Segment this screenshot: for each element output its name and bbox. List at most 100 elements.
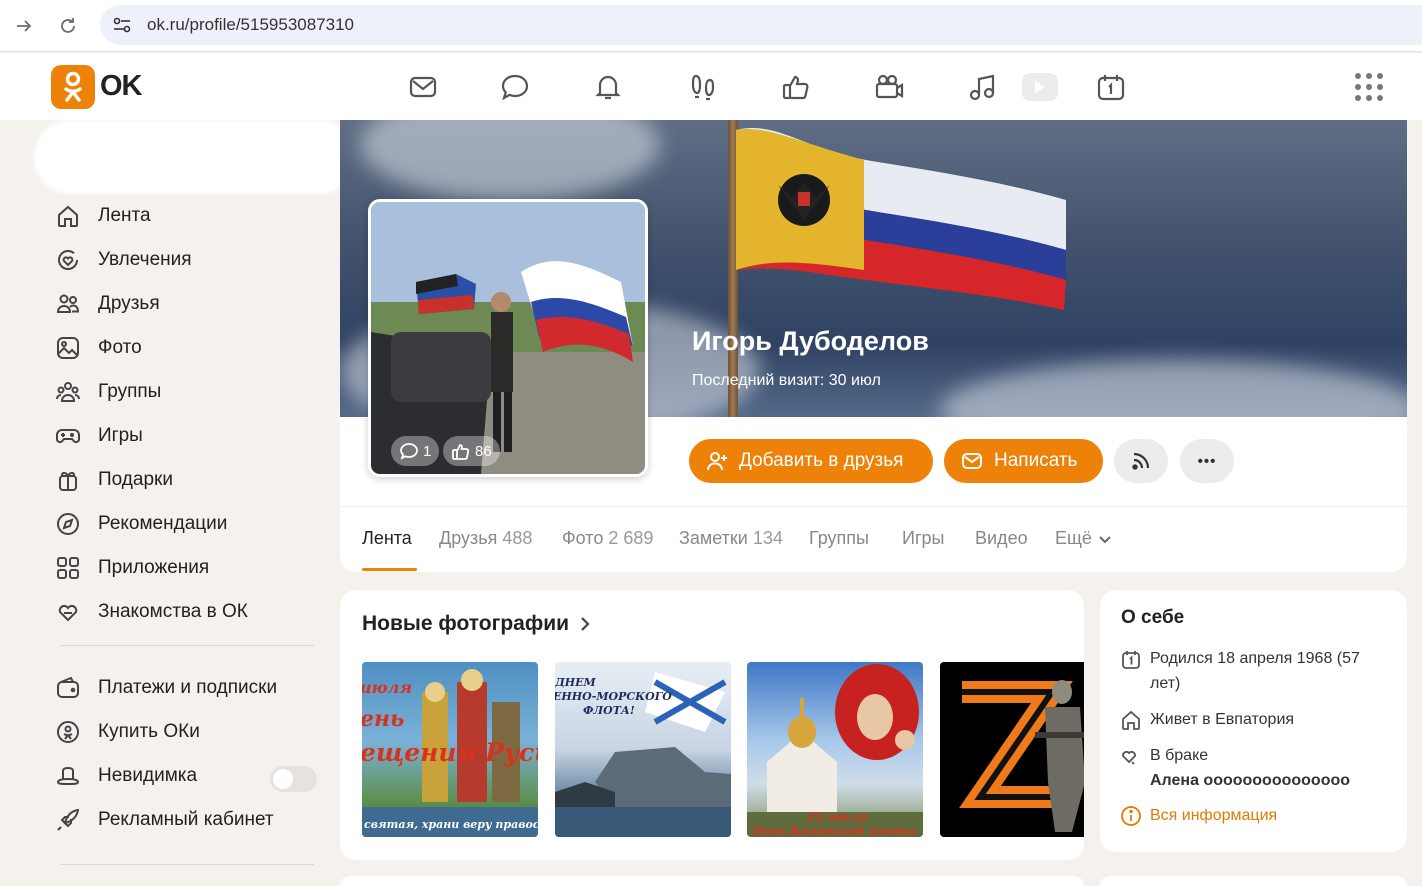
photo-thumbnail[interactable]: 21 июля День Казанской иконы (747, 662, 923, 837)
avatar[interactable]: 1 86 (368, 199, 648, 477)
sidebar-item-payments[interactable]: Платежи и подписки (55, 673, 277, 703)
last-visit: Последний визит: 30 июл (692, 372, 881, 389)
more-dots-icon: ••• (1197, 452, 1217, 470)
video-camera-icon[interactable] (873, 71, 905, 103)
calendar-events-icon[interactable] (1095, 71, 1127, 103)
sidebar-item-photo[interactable]: Фото (55, 333, 142, 363)
envelope-icon (962, 453, 982, 469)
tab-video[interactable]: Видео (975, 528, 1028, 549)
sidebar-item-label: Рекомендации (98, 513, 228, 534)
heart-circle-icon (55, 247, 81, 273)
site-settings-icon[interactable] (112, 16, 132, 34)
feed-card-partial (340, 876, 1084, 886)
avatar-likes-count: 86 (475, 442, 492, 460)
sidebar-item-hobbies[interactable]: Увлечения (55, 245, 192, 275)
messages-icon[interactable] (407, 71, 439, 103)
photo-thumbnail[interactable]: июля ень ещения Руси святая, храни веру … (362, 662, 538, 837)
tab-more[interactable]: Ещё (1055, 528, 1113, 549)
sidebar-item-label: Увлечения (98, 249, 192, 270)
like-icon (452, 444, 470, 460)
tab-games[interactable]: Игры (902, 528, 944, 549)
ok-header: OK (0, 53, 1422, 120)
sidebar-item-ads-cabinet[interactable]: Рекламный кабинет (55, 805, 274, 835)
tab-notes[interactable]: Заметки 134 (679, 528, 783, 549)
gift-icon (55, 467, 81, 493)
sidebar-item-dating[interactable]: Знакомства в ОК (55, 597, 248, 627)
sidebar-item-buy-oki[interactable]: Купить ОКи (55, 717, 200, 747)
dating-icon (55, 599, 81, 625)
all-info-link[interactable]: Вся информация (1120, 803, 1277, 828)
likes-icon[interactable] (780, 71, 812, 103)
tab-friends[interactable]: Друзья 488 (439, 528, 532, 549)
apps-grid-icon[interactable] (1355, 73, 1383, 101)
info-icon (1120, 805, 1142, 827)
avatar-likes-pill[interactable]: 86 (443, 436, 500, 466)
discussions-icon[interactable] (499, 71, 531, 103)
subscribe-button[interactable] (1114, 439, 1168, 483)
gamepad-icon (55, 423, 81, 449)
avatar-image (371, 202, 645, 474)
ok-logo-icon[interactable] (51, 65, 95, 109)
sidebar-item-label: Знакомства в ОК (98, 601, 248, 622)
about-card: О себе Родился 18 апреля 1968 (57 лет) Ж… (1100, 590, 1407, 852)
home-icon (1120, 709, 1142, 731)
coin-icon (55, 719, 81, 745)
toggle-knob (273, 769, 293, 789)
sidebar-item-games[interactable]: Игры (55, 421, 143, 451)
photo-thumbnail[interactable]: ДНЕМ ЕННО-МОРСКОГО ФЛОТА! (555, 662, 731, 837)
tab-feed[interactable]: Лента (362, 528, 412, 549)
sidebar-item-friends[interactable]: Друзья (55, 289, 160, 319)
reload-icon[interactable] (54, 12, 82, 40)
add-friend-button[interactable]: Добавить в друзья (689, 439, 933, 483)
tab-photos[interactable]: Фото 2 689 (562, 528, 653, 549)
browser-toolbar: ok.ru/profile/515953087310 (0, 0, 1422, 52)
avatar-comments-pill[interactable]: 1 (391, 436, 440, 466)
active-tab-indicator (362, 568, 417, 571)
sidebar-divider (60, 864, 314, 865)
about-title: О себе (1121, 607, 1185, 628)
home-icon (55, 203, 81, 229)
wallet-icon (55, 675, 81, 701)
avatar-comments-count: 1 (423, 442, 432, 460)
ok-wordmark[interactable]: OK (100, 70, 142, 103)
new-photos-title[interactable]: Новые фотографии (362, 612, 593, 636)
sidebar-item-label: Невидимка (98, 765, 198, 786)
friends-icon (55, 291, 81, 317)
write-message-button[interactable]: Написать (944, 439, 1103, 483)
sidebar-item-label: Группы (98, 381, 162, 402)
guests-icon[interactable] (687, 71, 719, 103)
sidebar-item-groups[interactable]: Группы (55, 377, 161, 407)
apps-icon (55, 555, 81, 581)
sidebar-item-label: Лента (98, 205, 151, 226)
more-actions-button[interactable]: ••• (1180, 439, 1234, 483)
forward-icon[interactable] (10, 12, 38, 40)
tab-groups[interactable]: Группы (809, 528, 869, 549)
hat-icon (55, 763, 81, 789)
compass-icon (55, 511, 81, 537)
address-bar[interactable]: ok.ru/profile/515953087310 (100, 5, 1422, 45)
notifications-icon[interactable] (592, 71, 624, 103)
cover-flag-image (736, 127, 1066, 310)
chevron-down-icon (1099, 535, 1111, 543)
sidebar-item-recommendations[interactable]: Рекомендации (55, 509, 227, 539)
profile-name: Игорь Дубоделов (692, 326, 929, 356)
side-card-partial (1100, 876, 1407, 886)
comment-icon (400, 443, 418, 460)
card-divider (340, 506, 1407, 507)
sidebar-item-feed[interactable]: Лента (55, 201, 151, 231)
sidebar-item-apps[interactable]: Приложения (55, 553, 209, 583)
add-user-icon (707, 452, 727, 471)
spouse-name[interactable]: Алена ооооооооооооооо (1150, 768, 1350, 793)
hearts-icon (1120, 745, 1142, 767)
sidebar-item-gifts[interactable]: Подарки (55, 465, 173, 495)
sidebar-item-label: Фото (98, 337, 142, 358)
sidebar-item-invisible[interactable]: Невидимка (55, 761, 197, 791)
photo-thumbnail[interactable] (940, 662, 1084, 837)
groups-icon (55, 379, 81, 405)
sidebar-item-label: Подарки (98, 469, 173, 490)
video-play-icon[interactable] (1022, 73, 1058, 101)
sidebar-item-label: Платежи и подписки (98, 677, 278, 698)
write-message-label: Написать (994, 450, 1078, 471)
invisible-toggle[interactable] (270, 766, 317, 792)
music-icon[interactable] (966, 71, 998, 103)
